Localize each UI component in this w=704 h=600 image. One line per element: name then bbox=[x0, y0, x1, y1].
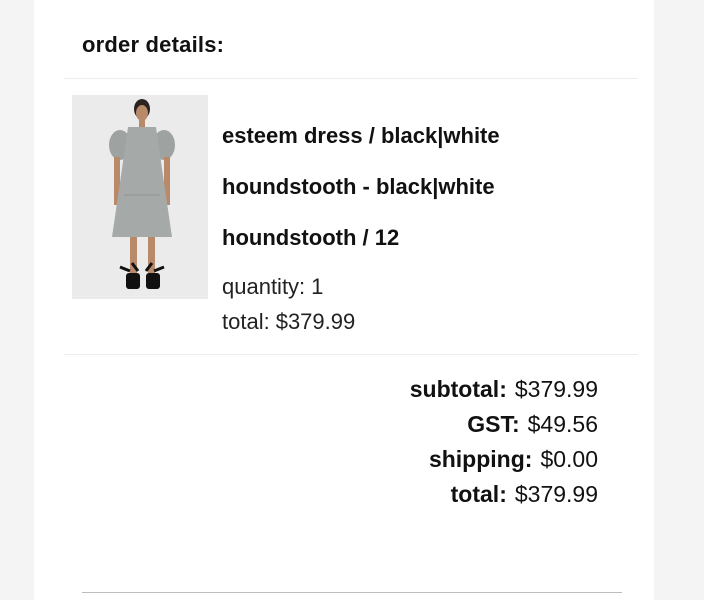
item-total: total: $379.99 bbox=[222, 309, 355, 335]
product-image[interactable] bbox=[72, 95, 208, 299]
divider bbox=[64, 354, 638, 355]
item-total-value: $379.99 bbox=[275, 309, 356, 334]
product-name[interactable]: esteem dress / black|white houndstooth -… bbox=[222, 110, 622, 263]
total-value: $379.99 bbox=[514, 481, 598, 507]
product-name-line: houndstooth / 12 bbox=[222, 225, 400, 250]
gst-label: GST: bbox=[467, 411, 520, 437]
dress-model-illustration bbox=[72, 95, 208, 299]
gst-value: $49.56 bbox=[527, 411, 598, 437]
order-details-heading: order details: bbox=[82, 32, 225, 57]
item-quantity: quantity: 1 bbox=[222, 274, 323, 300]
shipping-row: shipping: $0.00 bbox=[410, 442, 598, 477]
total-row: total: $379.99 bbox=[410, 477, 598, 512]
divider bbox=[82, 592, 622, 593]
quantity-value: 1 bbox=[311, 274, 324, 299]
subtotal-label: subtotal: bbox=[409, 376, 507, 402]
subtotal-value: $379.99 bbox=[514, 376, 598, 402]
item-total-label: total: bbox=[222, 309, 270, 334]
gst-row: GST: $49.56 bbox=[410, 407, 598, 442]
shipping-label: shipping: bbox=[428, 446, 533, 472]
subtotal-row: subtotal: $379.99 bbox=[410, 372, 598, 407]
order-summary: subtotal: $379.99 GST: $49.56 shipping: $0.… bbox=[410, 372, 598, 512]
order-card: order details: esteem dress / black|whit… bbox=[34, 0, 654, 600]
total-label: total: bbox=[450, 481, 507, 507]
shipping-value: $0.00 bbox=[540, 446, 598, 472]
quantity-label: quantity: bbox=[222, 274, 306, 299]
divider bbox=[64, 78, 638, 79]
product-name-line: houndstooth - black|white bbox=[222, 174, 495, 199]
product-name-line: esteem dress / black|white bbox=[222, 123, 500, 148]
